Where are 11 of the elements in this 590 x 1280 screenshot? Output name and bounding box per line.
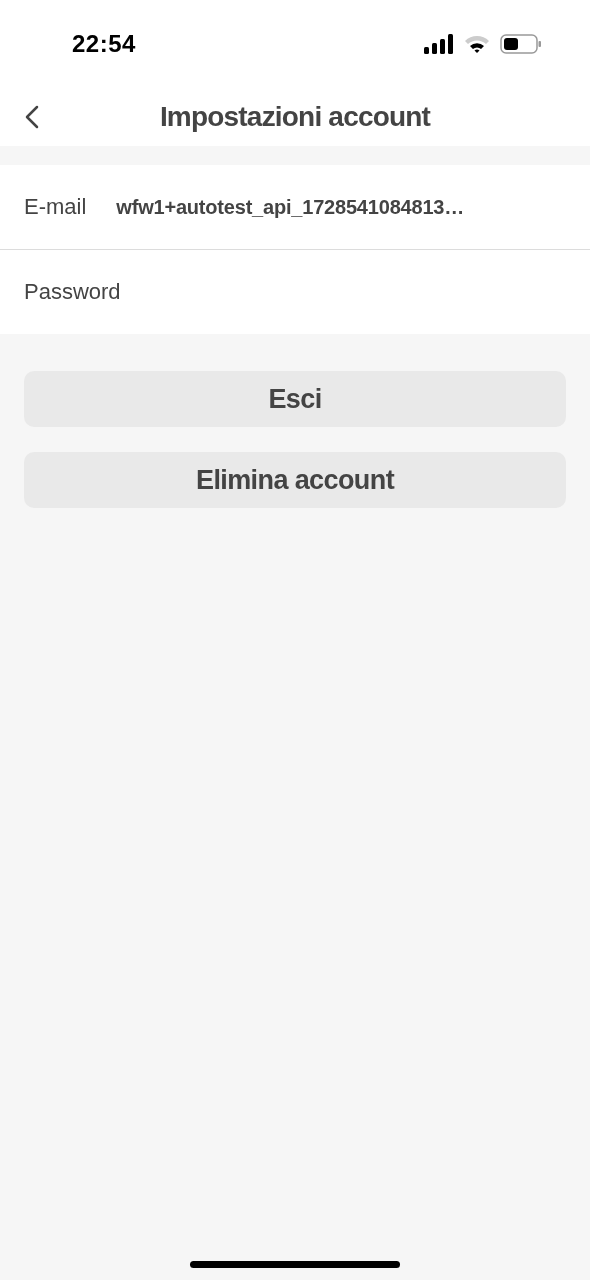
logout-button[interactable]: Esci (24, 371, 566, 427)
field-label: E-mail (24, 194, 87, 220)
wifi-icon (464, 34, 490, 54)
page-title: Impostazioni account (159, 101, 431, 133)
field-label: Password (24, 279, 121, 305)
delete-account-button[interactable]: Elimina account (24, 452, 566, 508)
back-icon (25, 105, 39, 129)
battery-icon (500, 34, 542, 54)
signal-icon (424, 34, 454, 54)
status-time: 22:54 (72, 30, 136, 58)
field-value: wfw1+autotest_api_1728541084813… (116, 195, 465, 219)
